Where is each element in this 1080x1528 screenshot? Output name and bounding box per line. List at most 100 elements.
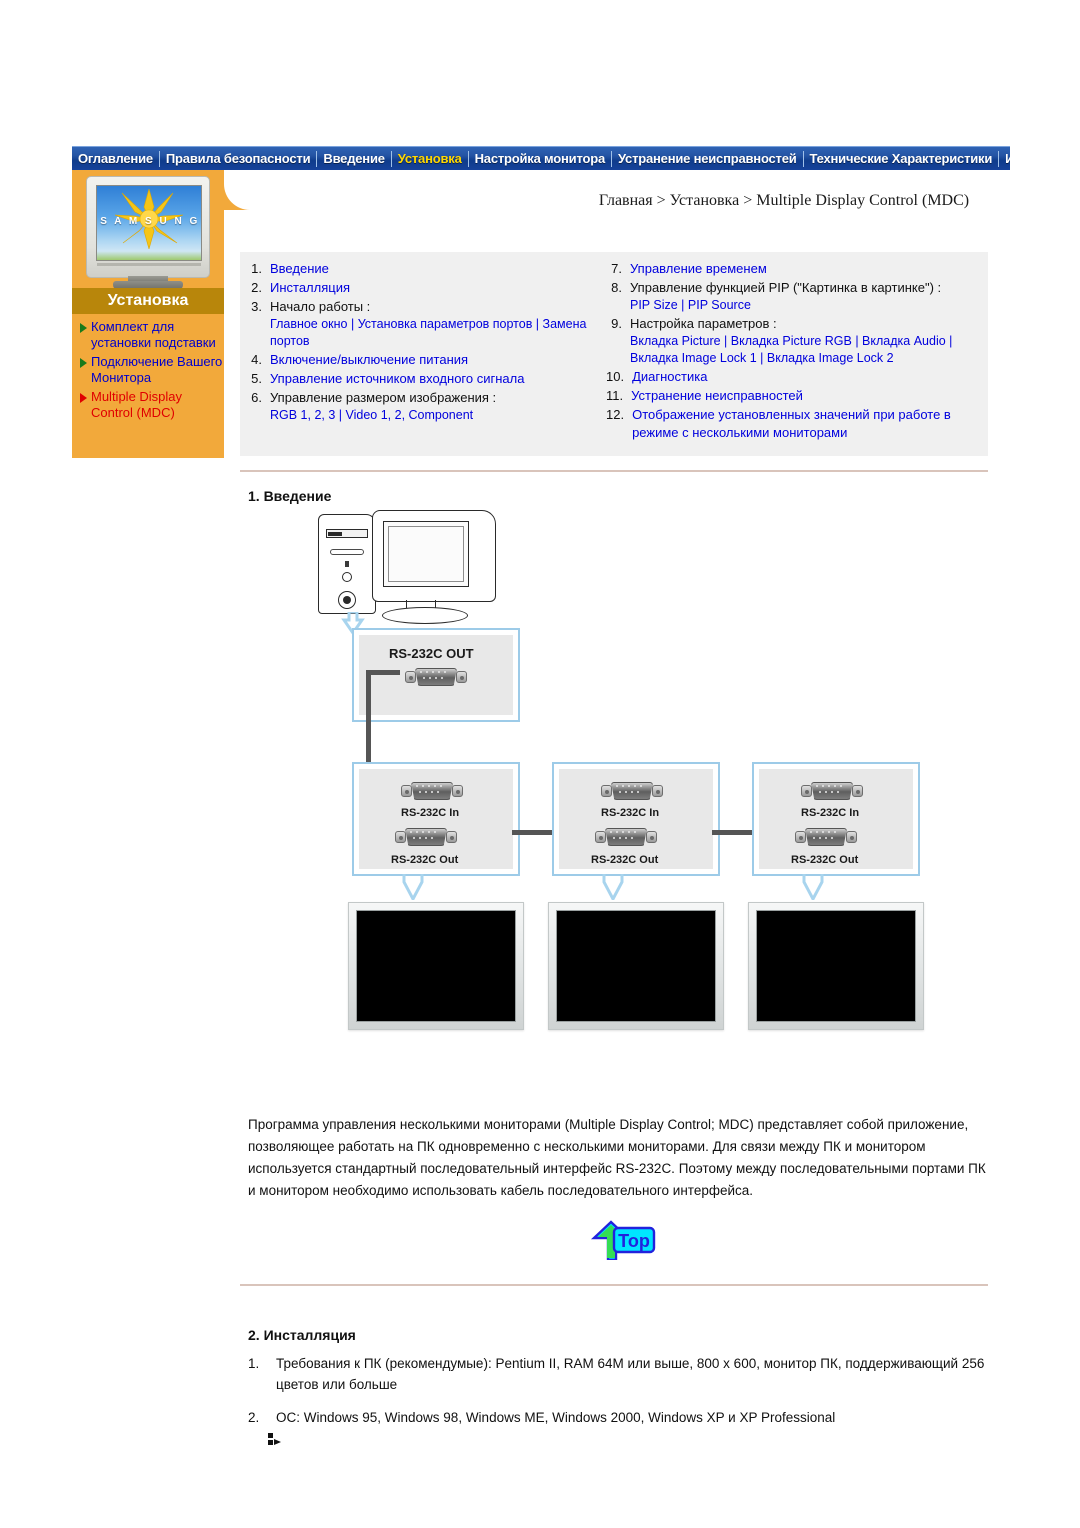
triangle-bullet-icon: [80, 393, 87, 403]
toc-number: 12.: [606, 407, 625, 422]
display-screen: [556, 910, 716, 1022]
pc-tower: [318, 514, 376, 614]
toc-entry[interactable]: 12. Отображение установленных значений п…: [606, 406, 988, 442]
connector-screw: [595, 831, 606, 843]
connector-screw: [401, 785, 412, 797]
sidebar-item-label: Подключение Вашего Монитора: [91, 354, 223, 385]
toc-number: 6.: [251, 390, 262, 405]
pc-monitor-screen: [383, 521, 469, 587]
toc-link[interactable]: Управление временем: [630, 261, 767, 276]
manual-page: Оглавление Правила безопасности Введение…: [0, 0, 1080, 1528]
toc-link[interactable]: Управление источником входного сигнала: [270, 371, 524, 386]
sidebar-item-connect-monitor[interactable]: Подключение Вашего Монитора: [78, 353, 224, 387]
toc-title: Настройка параметров :: [630, 316, 777, 331]
port-box-inner: RS-232C In RS-232C Out: [759, 769, 913, 869]
toc-number: 9.: [611, 316, 622, 331]
toc-entry[interactable]: 5. Управление источником входного сигнал…: [246, 370, 604, 388]
connector-pins: [410, 831, 442, 842]
connector-screw: [456, 671, 467, 683]
port-box-inner: RS-232C OUT: [359, 635, 513, 715]
toc-entry[interactable]: 2. Инсталляция: [246, 279, 604, 297]
connector-screw: [395, 831, 406, 843]
toc-sublinks[interactable]: PIP Size | PIP Source: [630, 297, 988, 314]
sidebar-item-stand-kit[interactable]: Комплект для установки подставки: [78, 318, 224, 352]
toc-sublinks[interactable]: RGB 1, 2, 3 | Video 1, 2, Component: [270, 407, 604, 424]
pc-crt-monitor: [372, 510, 496, 602]
nav-item-setup[interactable]: Установка: [392, 148, 468, 170]
triangle-bullet-icon: [80, 358, 87, 368]
toc-entry[interactable]: 9. Настройка параметров : Вкладка Pictur…: [606, 315, 988, 367]
toc-number: 2.: [251, 280, 262, 295]
toc-link[interactable]: Устранение неисправностей: [631, 388, 803, 403]
nav-item-monitor-settings[interactable]: Настройка монитора: [469, 148, 611, 170]
toc-title: Начало работы :: [270, 299, 371, 314]
list-item-number: 2.: [248, 1410, 260, 1425]
list-item-number: 1.: [248, 1356, 260, 1371]
samsung-monitor-illustration: S A M S U N G: [86, 176, 210, 290]
connector-screw: [646, 831, 657, 843]
monitor-screen: S A M S U N G: [96, 185, 202, 261]
toc-number: 1.: [251, 261, 262, 276]
db9-connector-icon: [395, 827, 457, 847]
divider: [240, 470, 988, 472]
toc-entry[interactable]: 1. Введение: [246, 260, 604, 278]
connector-pins: [810, 831, 842, 842]
toc-sublinks[interactable]: Главное окно | Установка параметров порт…: [270, 316, 604, 350]
connector-arrow-icon: [402, 874, 424, 900]
connector-arrow-icon: [802, 874, 824, 900]
nav-item-information[interactable]: Информаци: [999, 148, 1010, 170]
toc-entry[interactable]: 7. Управление временем: [606, 260, 988, 278]
toc-link[interactable]: Отображение установленных значений при р…: [632, 407, 951, 440]
toc-link[interactable]: Диагностика: [632, 369, 707, 384]
breadcrumb: Главная > Установка > Multiple Display C…: [598, 192, 970, 209]
table-of-contents-panel: 1. Введение 2. Инсталляция 3. Начало раб…: [240, 252, 988, 456]
toc-entry[interactable]: 10. Диагностика: [606, 368, 988, 386]
top-navigation-bar[interactable]: Оглавление Правила безопасности Введение…: [72, 146, 1010, 170]
cable-segment: [366, 670, 400, 675]
sidebar-item-mdc[interactable]: Multiple Display Control (MDC): [78, 388, 224, 422]
divider: [240, 1284, 988, 1286]
toc-entry[interactable]: 11. Устранение неисправностей: [606, 387, 988, 405]
toc-column-left: 1. Введение 2. Инсталляция 3. Начало раб…: [240, 252, 604, 456]
front-dial: [338, 591, 356, 609]
toc-number: 4.: [251, 352, 262, 367]
connector-pins: [420, 671, 452, 682]
toc-link[interactable]: Инсталляция: [270, 280, 350, 295]
toc-entry[interactable]: 4. Включение/выключение питания: [246, 351, 604, 369]
sidebar-item-label: Multiple Display Control (MDC): [91, 389, 183, 420]
nav-item-safety[interactable]: Правила безопасности: [160, 148, 316, 170]
toc-link[interactable]: Включение/выключение питания: [270, 352, 468, 367]
toc-entry[interactable]: 6. Управление размером изображения : RGB…: [246, 389, 604, 424]
nav-item-contents[interactable]: Оглавление: [72, 148, 159, 170]
sidebar: S A M S U N G Установка Комплект для уст…: [72, 170, 224, 458]
connector-arrow-icon: [602, 874, 624, 900]
toc-link[interactable]: Введение: [270, 261, 329, 276]
monitor-body: S A M S U N G: [86, 176, 210, 278]
toc-sublinks[interactable]: Вкладка Picture | Вкладка Picture RGB | …: [630, 333, 988, 367]
monitor-1-port-box: RS-232C In RS-232C Out: [352, 762, 520, 876]
connector-screw: [801, 785, 812, 797]
port-label-rs232c-in: RS-232C In: [601, 807, 660, 819]
connector-pins: [816, 785, 848, 796]
db9-connector-icon: [601, 781, 663, 801]
nav-item-specifications[interactable]: Технические Характеристики: [804, 148, 999, 170]
sidebar-section-title-label: Установка: [107, 292, 189, 309]
connector-screw: [852, 785, 863, 797]
port-label-rs232c-out: RS-232C OUT: [389, 646, 474, 661]
toc-number: 10.: [606, 369, 625, 384]
top-arrow-icon: Top: [590, 1220, 656, 1262]
back-to-top-button[interactable]: Top: [586, 1220, 660, 1262]
connector-screw: [846, 831, 857, 843]
nav-item-troubleshooting[interactable]: Устранение неисправностей: [612, 148, 803, 170]
nav-item-introduction[interactable]: Введение: [317, 148, 390, 170]
toc-entry[interactable]: 8. Управление функцией PIP ("Картинка в …: [606, 279, 988, 314]
samsung-brand-text: S A M S U N G: [100, 215, 200, 227]
monitor-3-port-box: RS-232C In RS-232C Out: [752, 762, 920, 876]
power-led: [345, 561, 349, 567]
toc-entry[interactable]: 3. Начало работы : Главное окно | Устано…: [246, 298, 604, 350]
display-screen: [356, 910, 516, 1022]
db9-connector-icon: [795, 827, 857, 847]
port-label-rs232c-in: RS-232C In: [801, 807, 860, 819]
toc-title: Управление функцией PIP ("Картинка в кар…: [630, 280, 942, 295]
connector-screw: [795, 831, 806, 843]
